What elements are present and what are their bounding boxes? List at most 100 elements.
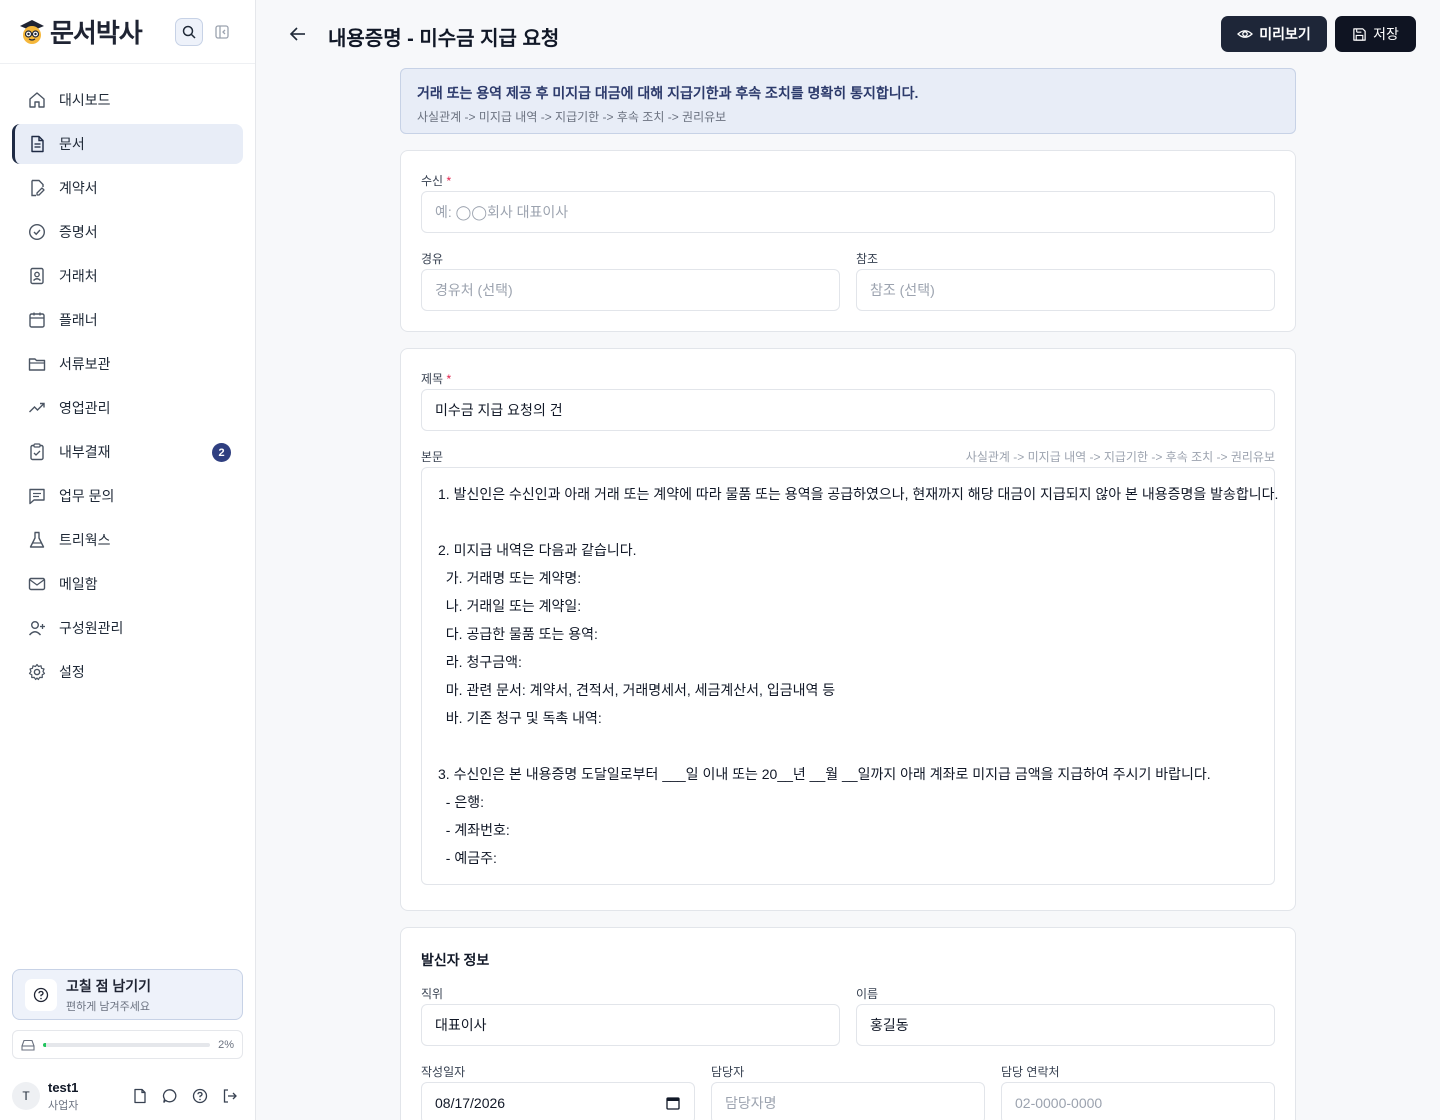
via-label: 경유	[421, 252, 444, 266]
user-role: 사업자	[48, 1099, 79, 1112]
panel-collapse-icon	[215, 25, 229, 39]
subject-input[interactable]: 미수금 지급 요청의 건	[421, 389, 1275, 431]
sidebar-item-label: 증명서	[59, 224, 98, 240]
manager-label: 담당자	[711, 1065, 745, 1079]
sidebar-item-label: 업무 문의	[59, 488, 115, 504]
manager-input[interactable]: 담당자명	[711, 1082, 985, 1120]
user-actions	[130, 1086, 240, 1106]
ref-input[interactable]: 참조 (선택)	[856, 269, 1275, 311]
sidebar-item-inquiry[interactable]: 업무 문의	[12, 476, 243, 516]
page-title: 내용증명 - 미수금 지급 요청	[328, 28, 560, 50]
mail-icon	[27, 574, 47, 594]
feedback-subtitle: 편하게 남겨주세요	[66, 1000, 151, 1013]
required-mark: *	[446, 174, 452, 188]
sidebar-item-sales[interactable]: 영업관리	[12, 388, 243, 428]
storage-icon	[21, 1039, 35, 1051]
gear-icon	[27, 662, 47, 682]
feedback-title: 고칠 점 남기기	[66, 977, 152, 994]
sidebar-item-clients[interactable]: 거래처	[12, 256, 243, 296]
name-label: 이름	[856, 987, 879, 1001]
storage-progress-fill	[43, 1042, 47, 1047]
body-line: 1. 발신인은 수신인과 아래 거래 또는 계약에 따라 물품 또는 용역을 공…	[438, 486, 1279, 502]
to-input[interactable]: 예: ◯◯회사 대표이사	[421, 191, 1275, 233]
logout-icon[interactable]	[220, 1086, 240, 1106]
document-icon	[27, 134, 47, 154]
logo-text: 문서박사	[50, 18, 143, 48]
sidebar-item-approvals[interactable]: 내부결재 2	[12, 432, 243, 472]
phone-input[interactable]: 02-0000-0000	[1001, 1082, 1275, 1120]
sidebar-item-label: 내부결재	[59, 444, 111, 460]
subject-label: 제목 *	[421, 370, 451, 387]
help-chat-icon	[25, 978, 57, 1011]
sidebar-item-dashboard[interactable]: 대시보드	[12, 80, 243, 120]
back-arrow-icon[interactable]	[288, 24, 308, 44]
chat-icon[interactable]	[160, 1086, 180, 1106]
page-header: 내용증명 - 미수금 지급 요청 미리보기 저장	[256, 0, 1440, 68]
clipboard-icon	[27, 442, 47, 462]
body-line: - 은행:	[438, 794, 484, 810]
preview-button[interactable]: 미리보기	[1221, 16, 1327, 52]
storage-usage: 2%	[12, 1030, 243, 1059]
body-label: 본문	[421, 450, 444, 464]
calendar-icon	[27, 310, 47, 330]
storage-percent: 2%	[218, 1038, 234, 1051]
info-title: 거래 또는 용역 제공 후 미지급 대금에 대해 지급기한과 후속 조치를 명확…	[417, 85, 919, 101]
template-info-banner: 거래 또는 용역 제공 후 미지급 대금에 대해 지급기한과 후속 조치를 명확…	[400, 68, 1296, 134]
logo[interactable]: 문서박사	[18, 13, 143, 50]
sidebar-item-settings[interactable]: 설정	[12, 652, 243, 692]
storage-progress-bar	[43, 1042, 211, 1047]
date-input[interactable]: 08/17/2026	[421, 1082, 695, 1120]
body-line: 2. 미지급 내역은 다음과 같습니다.	[438, 542, 637, 558]
info-flow: 사실관계 -> 미지급 내역 -> 지급기한 -> 후속 조치 -> 권리유보	[417, 110, 727, 124]
feedback-button[interactable]: 고칠 점 남기기 편하게 남겨주세요	[12, 969, 243, 1020]
sidebar-item-triworks[interactable]: 트리웍스	[12, 520, 243, 560]
recipient-card: 수신 * 예: ◯◯회사 대표이사 경유 경유처 (선택) 참조 참조 (선택)	[400, 150, 1296, 332]
collapse-sidebar-button[interactable]	[214, 24, 230, 40]
avatar[interactable]: T	[12, 1082, 40, 1110]
sidebar-item-members[interactable]: 구성원관리	[12, 608, 243, 648]
body-textarea[interactable]: 1. 발신인은 수신인과 아래 거래 또는 계약에 따라 물품 또는 용역을 공…	[421, 467, 1279, 885]
eye-icon	[1237, 30, 1254, 38]
mascot-icon	[18, 18, 46, 46]
sidebar-item-label: 영업관리	[59, 400, 111, 416]
message-icon	[27, 486, 47, 506]
file-icon[interactable]	[130, 1086, 150, 1106]
home-icon	[27, 90, 47, 110]
body-line: 3. 수신인은 본 내용증명 도달일로부터 ___일 이내 또는 20__년 _…	[438, 766, 1211, 782]
sidebar-item-label: 거래처	[59, 268, 98, 284]
name-input[interactable]: 홍길동	[856, 1004, 1275, 1046]
sidebar-item-label: 메일함	[59, 576, 98, 592]
body-line: - 계좌번호:	[438, 822, 510, 838]
sidebar-item-archive[interactable]: 서류보관	[12, 344, 243, 384]
sidebar-item-label: 대시보드	[59, 92, 111, 108]
sidebar-header: 문서박사	[0, 0, 255, 64]
via-input[interactable]: 경유처 (선택)	[421, 269, 840, 311]
body-line	[438, 512, 1258, 540]
badge-check-icon	[27, 222, 47, 242]
sidebar-item-label: 구성원관리	[59, 620, 124, 636]
sidebar-item-label: 트리웍스	[59, 532, 111, 548]
search-icon	[182, 25, 196, 39]
sidebar-item-certificates[interactable]: 증명서	[12, 212, 243, 252]
sidebar-item-label: 플래너	[59, 312, 98, 328]
subject-label-text: 제목	[421, 372, 444, 386]
sidebar-item-label: 계약서	[59, 180, 98, 196]
sidebar-item-label: 서류보관	[59, 356, 111, 372]
user-plus-icon	[27, 618, 47, 638]
save-button[interactable]: 저장	[1335, 16, 1416, 52]
help-icon[interactable]	[190, 1086, 210, 1106]
folder-icon	[27, 354, 47, 374]
sidebar-item-contracts[interactable]: 계약서	[12, 168, 243, 208]
body-line: 다. 공급한 물품 또는 용역:	[438, 626, 598, 642]
sidebar-item-documents[interactable]: 문서	[12, 124, 243, 164]
ref-label: 참조	[856, 252, 879, 266]
body-line: 바. 기존 청구 및 독촉 내역:	[438, 710, 602, 726]
approval-count-badge: 2	[212, 443, 231, 462]
sidebar-item-planner[interactable]: 플래너	[12, 300, 243, 340]
search-button[interactable]	[175, 18, 203, 46]
calendar-picker-icon[interactable]	[666, 1096, 680, 1110]
sidebar-item-mail[interactable]: 메일함	[12, 564, 243, 604]
sidebar-item-label: 설정	[59, 664, 85, 680]
sender-card: 발신자 정보 직위 대표이사 이름 홍길동 작성일자 08/17/2026 담당…	[400, 927, 1296, 1120]
position-input[interactable]: 대표이사	[421, 1004, 840, 1046]
